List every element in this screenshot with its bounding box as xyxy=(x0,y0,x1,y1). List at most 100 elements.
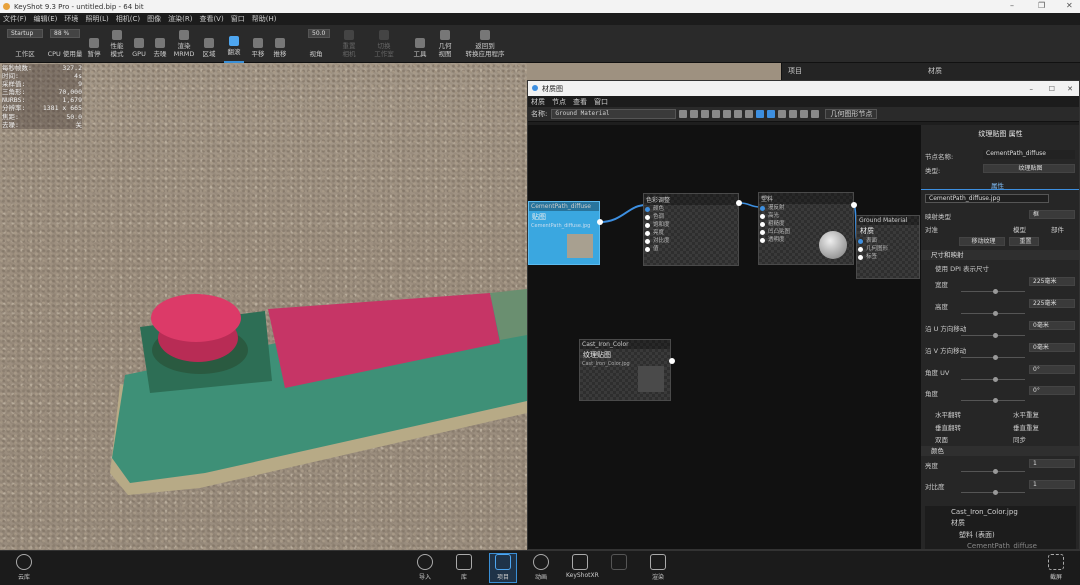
file-input[interactable]: CementPath_diffuse.jpg xyxy=(925,194,1049,203)
send-to-button[interactable]: 返回到 转换应用程序 xyxy=(462,25,508,63)
mw-menu-window[interactable]: 窗口 xyxy=(594,97,608,107)
project-tab[interactable]: 项目 xyxy=(788,66,802,76)
layout-icon[interactable] xyxy=(734,110,743,118)
texture-icon[interactable] xyxy=(767,110,776,118)
contrast-slider[interactable] xyxy=(961,490,1025,495)
view-icon[interactable] xyxy=(690,110,699,118)
material-icon[interactable] xyxy=(756,110,765,118)
animation-button[interactable]: 动画 xyxy=(527,554,555,581)
label-icon[interactable] xyxy=(789,110,798,118)
node-ground-material[interactable]: Ground Material 材质 表面 几何图形 标签 xyxy=(856,215,920,279)
delete-icon[interactable] xyxy=(745,110,754,118)
align-icon[interactable] xyxy=(723,110,732,118)
library-button[interactable]: 库 xyxy=(450,554,478,581)
node-plastic[interactable]: 塑料 漫反射 高光 粗糙度 凹凸贴图 透明度 xyxy=(758,192,854,265)
output-port[interactable] xyxy=(597,219,603,225)
tree-item[interactable]: CementPath_diffuse xyxy=(925,540,1076,549)
close-icon[interactable]: ✕ xyxy=(1066,1,1073,10)
workspace-button[interactable]: 工作区 xyxy=(8,25,42,63)
menu-help[interactable]: 帮助(H) xyxy=(252,14,277,24)
vr-button[interactable] xyxy=(605,554,633,572)
v-move-input[interactable]: 0毫米 xyxy=(1029,343,1075,352)
section-size-mapping[interactable]: 尺寸和映射 xyxy=(921,250,1079,260)
keyshotxr-button[interactable]: KeyShotXR xyxy=(566,554,599,579)
width-input[interactable]: 225毫米 xyxy=(1029,277,1075,286)
geometry-node-icon[interactable] xyxy=(811,110,820,118)
brightness-slider[interactable] xyxy=(961,469,1025,474)
screenshot-button[interactable]: 截屏 xyxy=(1042,554,1070,581)
reset-camera-button[interactable]: 重置 相机 xyxy=(338,25,360,63)
align-model-radio[interactable]: 模型 xyxy=(1013,224,1026,234)
menu-window[interactable]: 窗口 xyxy=(231,14,245,24)
geometry-node-button[interactable]: 几何图形节点 xyxy=(825,109,878,119)
performance-mode-button[interactable]: 性能 模式 xyxy=(106,25,128,63)
render-viewport[interactable]: 每秒帧数: 327.2 时间: 4s 采样值: 9 三角形: 70,000 NURBS:… xyxy=(0,63,527,550)
height-slider[interactable] xyxy=(961,311,1025,316)
sync-toggle[interactable]: 同步 xyxy=(1013,434,1026,444)
minimize-icon[interactable]: – xyxy=(1010,1,1014,10)
dpi-checkbox[interactable]: 使用 DPI 表示尺寸 xyxy=(935,263,989,273)
denoise-button[interactable]: 去噪 xyxy=(151,25,169,63)
u-move-input[interactable]: 0毫米 xyxy=(1029,321,1075,330)
tree-item[interactable]: 材质 xyxy=(925,516,1076,528)
tumble-button[interactable]: 翻滚 xyxy=(224,25,244,63)
flip-v-toggle[interactable]: 垂直翻转 xyxy=(935,422,961,432)
tree-item[interactable]: 塑料 (表面) xyxy=(925,528,1076,540)
move-texture-button[interactable]: 移动纹理 xyxy=(959,237,1005,246)
node-cast-iron-color[interactable]: Cast_Iron_Color 纹理贴图 Cast_Iron_Color.jpg xyxy=(579,339,671,401)
menu-lighting[interactable]: 照明(L) xyxy=(85,14,108,24)
render-button[interactable]: 渲染 xyxy=(644,554,672,581)
output-port[interactable] xyxy=(669,358,675,364)
output-port[interactable] xyxy=(736,200,742,206)
section-color[interactable]: 颜色 xyxy=(921,446,1079,456)
fov-button[interactable]: 视角 xyxy=(304,25,328,63)
tools-button[interactable]: 工具 xyxy=(411,25,429,63)
minimize-icon[interactable]: – xyxy=(1030,85,1034,93)
contrast-input[interactable]: 1 xyxy=(1029,480,1075,489)
region-button[interactable]: 区域 xyxy=(200,25,218,63)
mw-menu-node[interactable]: 节点 xyxy=(552,97,566,107)
menu-environment[interactable]: 环境 xyxy=(64,14,78,24)
material-tab[interactable]: 材质 xyxy=(928,66,942,76)
height-input[interactable]: 225毫米 xyxy=(1029,299,1075,308)
v-move-slider[interactable] xyxy=(961,355,1025,360)
close-icon[interactable]: ✕ xyxy=(1067,85,1073,93)
import-button[interactable]: 导入 xyxy=(411,554,439,581)
cloud-library-button[interactable]: 云库 xyxy=(10,554,38,581)
output-port[interactable] xyxy=(851,202,857,208)
geometry-view-button[interactable]: 几何 视图 xyxy=(435,25,455,63)
save-icon[interactable] xyxy=(679,110,688,118)
project-button[interactable]: 项目 xyxy=(489,553,517,583)
cube-icon[interactable] xyxy=(800,110,809,118)
repeat-v-toggle[interactable]: 垂直重复 xyxy=(1013,422,1039,432)
grid-icon[interactable] xyxy=(712,110,721,118)
studio-button[interactable]: 切换 工作室 xyxy=(371,25,397,63)
double-sided-toggle[interactable]: 双面 xyxy=(935,434,948,444)
mw-menu-material[interactable]: 材质 xyxy=(531,97,545,107)
angle-slider[interactable] xyxy=(961,398,1025,403)
reset-button[interactable]: 重置 xyxy=(1009,237,1039,246)
flip-h-toggle[interactable]: 水平翻转 xyxy=(935,409,961,419)
pause-button[interactable]: 暂停 xyxy=(86,25,102,63)
utility-icon[interactable] xyxy=(778,110,787,118)
node-color-adjust[interactable]: 色彩调整 颜色 色调 饱和度 亮度 对比度 值 xyxy=(643,193,739,266)
dolly-button[interactable]: 推移 xyxy=(271,25,289,63)
node-name-input[interactable]: CementPath_diffuse xyxy=(983,150,1075,159)
material-name-input[interactable]: Ground Material xyxy=(551,109,677,119)
maximize-icon[interactable]: ❐ xyxy=(1038,1,1045,10)
menu-camera[interactable]: 相机(C) xyxy=(116,14,140,24)
uv-angle-slider[interactable] xyxy=(961,377,1025,382)
uv-angle-input[interactable]: 0° xyxy=(1029,365,1075,374)
u-move-slider[interactable] xyxy=(961,333,1025,338)
maximize-icon[interactable]: ☐ xyxy=(1049,85,1055,93)
repeat-h-toggle[interactable]: 水平重复 xyxy=(1013,409,1039,419)
cpu-usage-button[interactable]: CPU 使用量 xyxy=(46,25,84,63)
angle-input[interactable]: 0° xyxy=(1029,386,1075,395)
type-select[interactable]: 纹理贴图 xyxy=(983,164,1075,173)
width-slider[interactable] xyxy=(961,289,1025,294)
mw-menu-view[interactable]: 查看 xyxy=(573,97,587,107)
fit-icon[interactable] xyxy=(701,110,710,118)
pan-button[interactable]: 平移 xyxy=(249,25,267,63)
render-mode-button[interactable]: 渲染 MRMD xyxy=(172,25,196,63)
tree-item[interactable]: Cast_Iron_Color.jpg xyxy=(925,506,1076,516)
